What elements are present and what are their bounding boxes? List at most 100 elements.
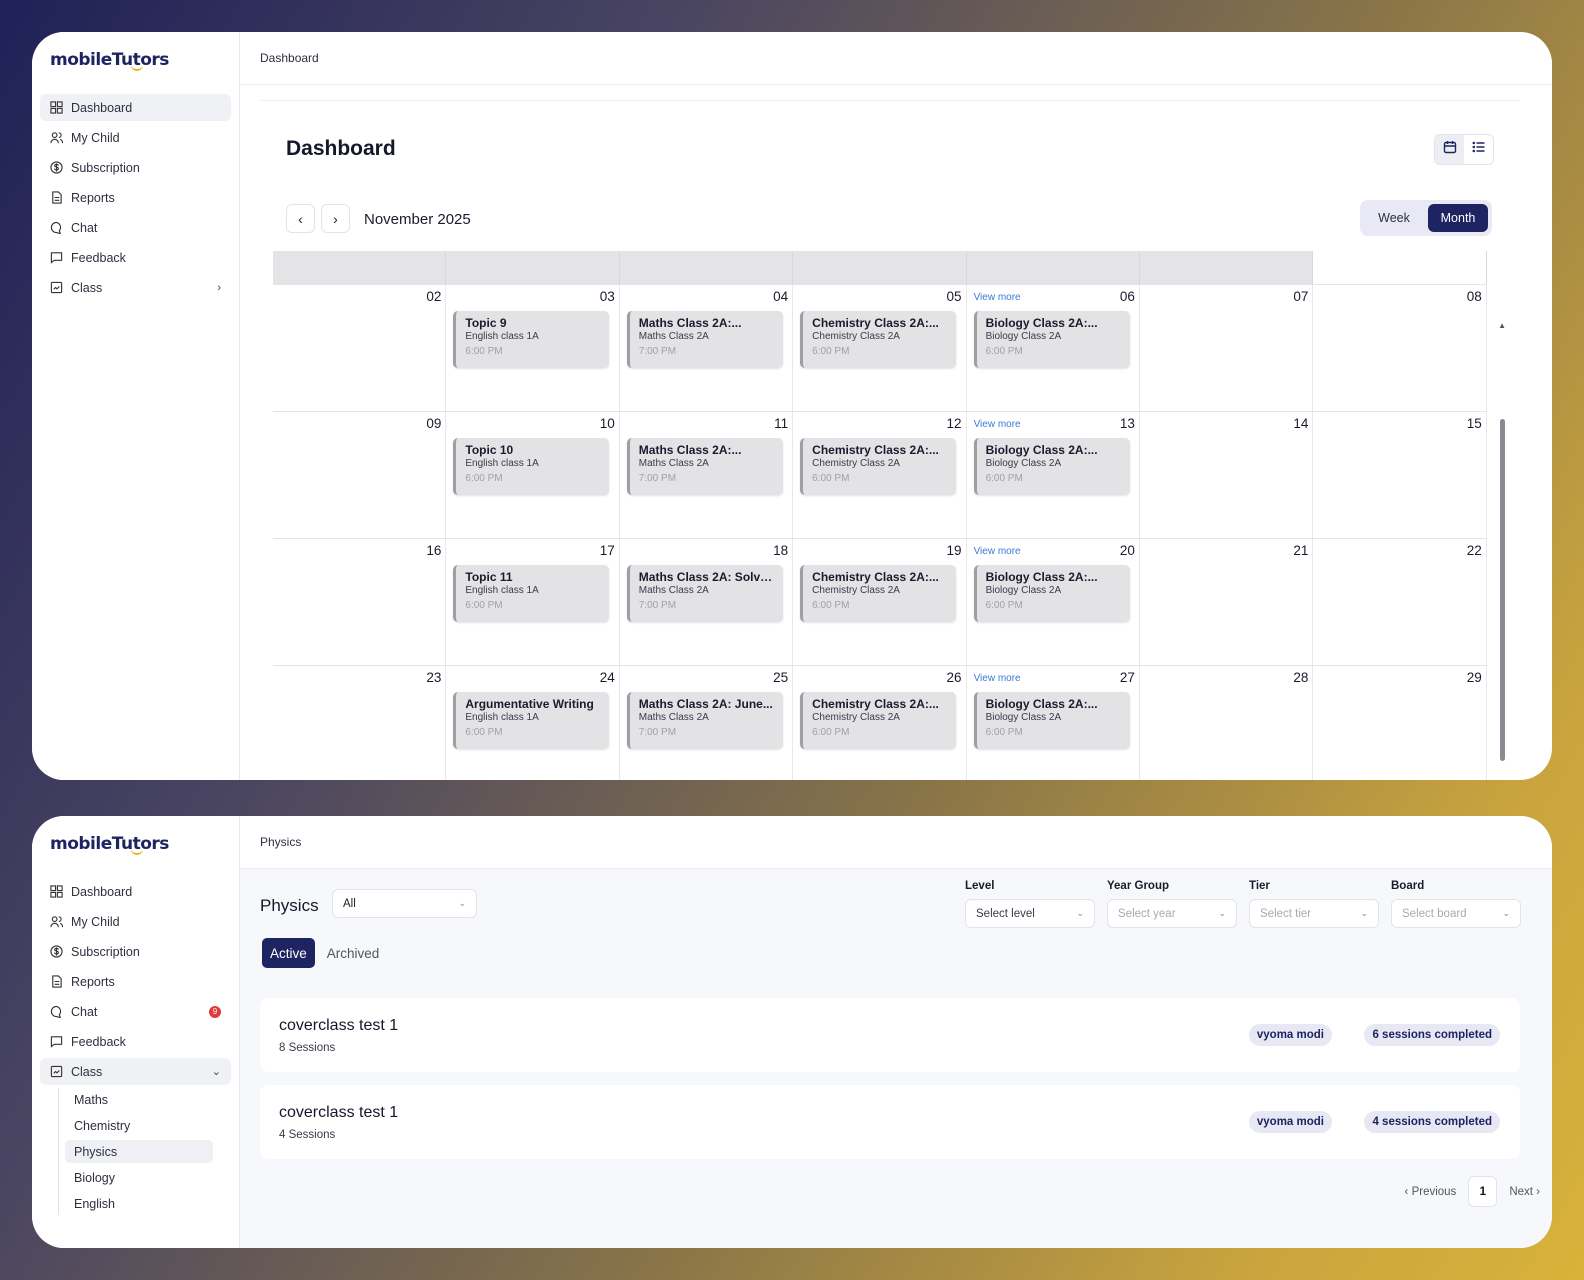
calendar-header-row [273,251,1487,284]
class-filter-select[interactable]: All ⌄ [332,889,477,918]
calendar-day-cell[interactable]: 11 Maths Class 2A:... Maths Class 2A 7:00 P… [620,412,794,538]
sidebar-item-my-child[interactable]: My Child [40,124,231,151]
sidebar-item-reports[interactable]: Reports [40,184,231,211]
calendar-scrollbar[interactable] [1500,419,1505,761]
calendar-event[interactable]: Maths Class 2A:... Maths Class 2A 7:00 PM [626,311,783,368]
calendar-event[interactable]: Biology Class 2A:... Biology Class 2A 6:00… [973,692,1130,749]
day-number: 10 [599,416,615,431]
calendar-day-cell[interactable]: 09 [273,412,447,538]
calendar-day-cell[interactable]: 20 View more Biology Class 2A:... Biology C… [967,539,1140,665]
scroll-up-arrow-icon[interactable]: ▲ [1498,321,1506,330]
calendar-day-cell[interactable]: 12 Chemistry Class 2A:... Chemistry Class … [793,412,967,538]
calendar-event[interactable]: Maths Class 2A:... Maths Class 2A 7:00 PM [626,438,783,495]
calendar-event[interactable]: Biology Class 2A:... Biology Class 2A 6:00… [973,565,1130,622]
chevron-down-icon[interactable]: ⌄ [212,1065,221,1078]
sidebar-item-chat[interactable]: Chat 9 [40,998,231,1025]
calendar-event[interactable]: Chemistry Class 2A:... Chemistry Class 2A… [800,565,957,622]
calendar-day-cell[interactable]: 05 Chemistry Class 2A:... Chemistry Class … [793,285,967,411]
view-more-link[interactable]: View more [974,546,1021,557]
week-button[interactable]: Week [1364,204,1424,232]
calendar-week-row: 16 17 Topic 11 English class 1A 6:00 PM 18 Mat… [273,538,1487,665]
calendar-event[interactable]: Topic 10 English class 1A 6:00 PM [453,438,610,495]
weekday-header [966,251,1140,284]
sidebar-item-subscription[interactable]: Subscription [40,938,231,965]
calendar-event[interactable]: Chemistry Class 2A:... Chemistry Class 2A… [800,438,957,495]
sidebar-item-dashboard[interactable]: Dashboard [40,878,231,905]
calendar-day-cell[interactable]: 26 Chemistry Class 2A:... Chemistry Class … [793,666,967,780]
calendar-day-cell[interactable]: 25 Maths Class 2A: June... Maths Class 2A 7… [620,666,794,780]
page-number-button[interactable]: 1 [1468,1176,1498,1207]
sidebar-item-feedback[interactable]: Feedback [40,244,231,271]
calendar-event[interactable]: Maths Class 2A: Solvin... Maths Class 2A 7… [626,565,783,622]
calendar-event[interactable]: Topic 9 English class 1A 6:00 PM [453,311,610,368]
calendar-day-cell[interactable]: 19 Chemistry Class 2A:... Chemistry Class … [793,539,967,665]
calendar-day-cell[interactable]: 03 Topic 9 English class 1A 6:00 PM [446,285,620,411]
subnav-item-chemistry[interactable]: Chemistry [65,1114,213,1137]
chevron-right-icon[interactable]: › [217,282,221,294]
session-count: 4 Sessions [279,1129,336,1141]
tier-select[interactable]: Select tier ⌄ [1249,899,1379,928]
calendar-day-cell[interactable]: 10 Topic 10 English class 1A 6:00 PM [446,412,620,538]
sidebar-item-chat[interactable]: Chat [40,214,231,241]
calendar-day-cell[interactable]: 06 View more Biology Class 2A:... Biology C… [967,285,1140,411]
previous-page-button[interactable]: ‹ Previous [1405,1186,1457,1198]
brand-logo[interactable]: mobileTutors [40,830,231,858]
day-number: 26 [946,670,962,685]
calendar-day-cell[interactable]: 16 [273,539,447,665]
sidebar-item-reports[interactable]: Reports [40,968,231,995]
calendar-day-cell[interactable]: 27 View more Biology Class 2A:... Biology C… [967,666,1140,780]
view-more-link[interactable]: View more [974,673,1021,684]
list-view-button[interactable] [1464,135,1493,164]
previous-month-button[interactable]: ‹ [286,204,315,233]
level-select[interactable]: Select level ⌄ [965,899,1095,928]
subnav-item-physics[interactable]: Physics [65,1140,213,1163]
next-month-button[interactable]: › [321,204,350,233]
calendar-day-cell[interactable]: 04 Maths Class 2A:... Maths Class 2A 7:00 P… [620,285,794,411]
day-number: 24 [599,670,615,685]
calendar-event[interactable]: Topic 11 English class 1A 6:00 PM [453,565,610,622]
board-select[interactable]: Select board ⌄ [1391,899,1521,928]
next-page-button[interactable]: Next › [1509,1186,1540,1198]
view-more-link[interactable]: View more [974,292,1021,303]
calendar-day-cell[interactable]: 29 [1313,666,1487,780]
class-card[interactable]: coverclass test 1 4 Sessions vyoma modi … [260,1085,1520,1159]
tab-active[interactable]: Active [262,938,315,968]
subnav-item-biology[interactable]: Biology [65,1166,213,1189]
calendar-day-cell[interactable]: 22 [1313,539,1487,665]
calendar-day-cell[interactable]: 08 [1313,285,1487,411]
sidebar-item-class[interactable]: Class ⌄ [40,1058,231,1085]
year-select[interactable]: Select year ⌄ [1107,899,1237,928]
calendar-day-cell[interactable]: 07 [1140,285,1314,411]
month-button[interactable]: Month [1428,204,1488,232]
calendar-day-cell[interactable]: 18 Maths Class 2A: Solvin... Maths Class 2… [620,539,794,665]
calendar-day-cell[interactable]: 24 Argumentative Writing English class 1A 6… [446,666,620,780]
calendar-event[interactable]: Maths Class 2A: June... Maths Class 2A 7:0… [626,692,783,749]
subnav-item-maths[interactable]: Maths [65,1088,213,1111]
event-title: Maths Class 2A: June... [638,697,773,711]
calendar-day-cell[interactable]: 21 [1140,539,1314,665]
brand-logo[interactable]: mobileTutors [40,46,231,74]
calendar-event[interactable]: Chemistry Class 2A:... Chemistry Class 2A… [800,692,957,749]
calendar-event[interactable]: Biology Class 2A:... Biology Class 2A 6:00… [973,438,1130,495]
tab-archived[interactable]: Archived [319,938,388,968]
calendar-day-cell[interactable]: 23 [273,666,447,780]
calendar-day-cell[interactable]: 28 [1140,666,1314,780]
calendar-day-cell[interactable]: 02 [273,285,447,411]
calendar-event[interactable]: Biology Class 2A:... Biology Class 2A 6:00… [973,311,1130,368]
calendar-day-cell[interactable]: 15 [1313,412,1487,538]
calendar-view-button[interactable] [1435,135,1464,164]
sidebar-item-feedback[interactable]: Feedback [40,1028,231,1055]
sidebar-item-subscription[interactable]: Subscription [40,154,231,181]
sidebar-item-dashboard[interactable]: Dashboard [40,94,231,121]
class-card[interactable]: coverclass test 1 8 Sessions vyoma modi … [260,998,1520,1072]
calendar-event[interactable]: Argumentative Writing English class 1A 6:0… [453,692,610,749]
calendar-day-cell[interactable]: 17 Topic 11 English class 1A 6:00 PM [446,539,620,665]
sidebar-item-my-child[interactable]: My Child [40,908,231,935]
view-more-link[interactable]: View more [974,419,1021,430]
subnav-item-english[interactable]: English [65,1192,213,1215]
calendar-day-cell[interactable]: 13 View more Biology Class 2A:... Biology C… [967,412,1140,538]
calendar-event[interactable]: Chemistry Class 2A:... Chemistry Class 2A… [800,311,957,368]
logo-text: mobileTutors [50,50,169,70]
sidebar-item-class[interactable]: Class › [40,274,231,301]
calendar-day-cell[interactable]: 14 [1140,412,1314,538]
